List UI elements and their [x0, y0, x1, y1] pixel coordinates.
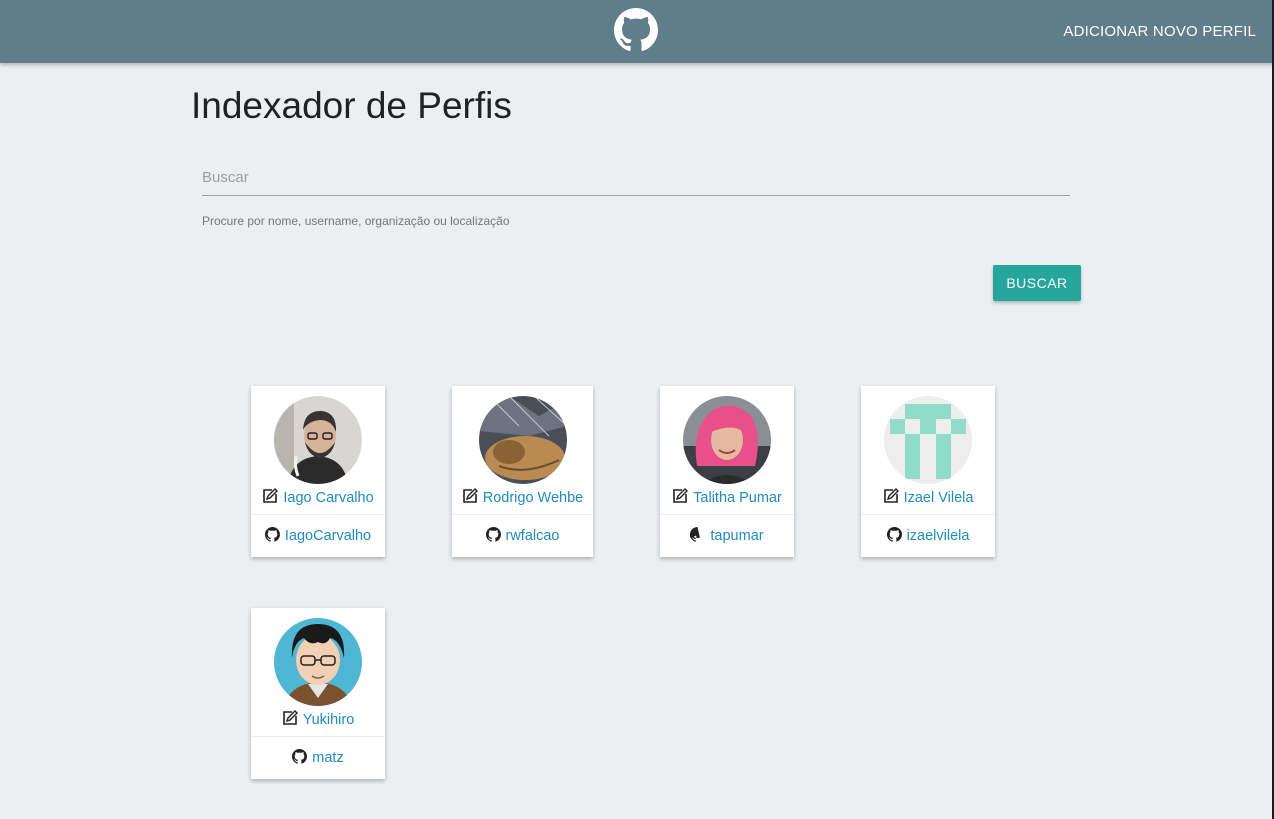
- edit-icon[interactable]: [462, 488, 478, 504]
- avatar: [478, 396, 567, 484]
- add-profile-link[interactable]: ADICIONAR NOVO PERFIL: [1063, 23, 1256, 40]
- search-input[interactable]: [202, 160, 1070, 196]
- profile-name-link[interactable]: Izael Vilela: [904, 490, 974, 506]
- github-icon: [264, 527, 280, 542]
- profile-name-link[interactable]: Iago Carvalho: [283, 490, 373, 506]
- github-icon[interactable]: [614, 8, 658, 52]
- avatar: [274, 396, 362, 484]
- profile-name-link[interactable]: Rodrigo Wehbe: [483, 490, 584, 506]
- avatar: [274, 618, 362, 706]
- top-navbar: ADICIONAR NOVO PERFIL: [0, 0, 1274, 63]
- github-username-link[interactable]: izaelvilela: [907, 528, 970, 544]
- search-field: [202, 160, 1070, 196]
- github-username-link[interactable]: IagoCarvalho: [285, 528, 371, 544]
- github-username-link[interactable]: rwfalcao: [506, 528, 560, 544]
- search-helper-text: Procure por nome, username, organização …: [202, 214, 510, 228]
- avatar: [683, 396, 771, 484]
- search-button[interactable]: BUSCAR: [993, 265, 1081, 301]
- github-username-link[interactable]: matz: [312, 750, 343, 766]
- profile-name-link[interactable]: Yukihiro: [303, 712, 355, 728]
- page-title: Indexador de Perfis: [191, 85, 512, 126]
- avatar: [884, 396, 972, 484]
- github-icon: [690, 527, 701, 542]
- github-username-link[interactable]: tapumar: [710, 528, 763, 544]
- github-icon: [886, 527, 902, 542]
- profile-card: Rodrigo Wehbe rwfalcao: [452, 386, 593, 557]
- profile-card: Talitha Pumar tapumar: [660, 386, 794, 557]
- profile-card: Yukihiro matz: [251, 608, 385, 779]
- edit-icon[interactable]: [883, 488, 899, 504]
- github-icon: [485, 527, 501, 542]
- github-icon: [292, 749, 308, 764]
- profile-name-link[interactable]: Talitha Pumar: [693, 490, 782, 506]
- edit-icon[interactable]: [672, 488, 689, 504]
- profile-card: Izael Vilela izaelvilela: [861, 386, 995, 557]
- edit-icon[interactable]: [282, 710, 298, 726]
- edit-icon[interactable]: [262, 488, 279, 504]
- profile-card: Iago Carvalho IagoCarvalho: [251, 386, 385, 557]
